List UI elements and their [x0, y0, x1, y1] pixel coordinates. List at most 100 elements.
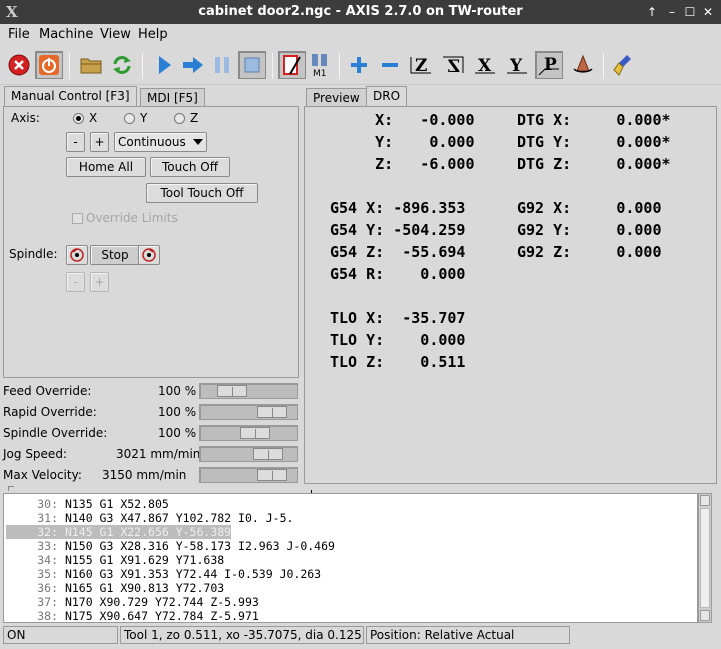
view-z-button[interactable]: Z: [407, 51, 435, 79]
stop-button[interactable]: [238, 51, 266, 79]
view-y-button[interactable]: Y: [503, 51, 531, 79]
gcode-line[interactable]: 31: N140 G3 X47.867 Y102.782 I0. J-5.: [8, 511, 293, 525]
view-p-button[interactable]: P: [535, 51, 563, 79]
menu-machine[interactable]: Machine: [39, 27, 93, 42]
pause-button[interactable]: [208, 51, 236, 79]
spindle-cw-button[interactable]: [138, 245, 160, 265]
reload-button[interactable]: [108, 51, 136, 79]
home-all-button[interactable]: Home All: [66, 157, 146, 177]
keep-above-button[interactable]: ↑: [644, 4, 660, 20]
jog-minus-button[interactable]: -: [66, 132, 85, 152]
max-velocity-slider[interactable]: [199, 467, 298, 483]
tab-mdi[interactable]: MDI [F5]: [140, 88, 205, 106]
menu-view[interactable]: View: [100, 27, 131, 42]
gcode-text-view[interactable]: 30: N135 G1 X52.805 31: N140 G3 X47.867 …: [3, 493, 698, 623]
touch-off-button[interactable]: Touch Off: [150, 157, 230, 177]
step-button[interactable]: [179, 51, 207, 79]
menu-file[interactable]: File: [8, 27, 30, 42]
spindle-stop-button[interactable]: Stop: [90, 245, 140, 265]
reload-icon: [113, 56, 131, 74]
dro-dtg-row: DTG X: 0.000*: [517, 111, 671, 129]
view-x-icon: X: [475, 56, 495, 76]
zoom-out-button[interactable]: [376, 51, 404, 79]
gcode-line[interactable]: 30: N135 G1 X52.805: [8, 497, 169, 511]
clear-plot-icon: [613, 55, 631, 76]
pane-resize-grip[interactable]: [8, 486, 14, 491]
dro-row: Y: 0.000: [330, 133, 475, 151]
override-limits-checkbox[interactable]: [72, 213, 83, 224]
gcode-line[interactable]: 36: N165 G1 X90.813 Y72.703: [8, 581, 224, 595]
spindle-slower-button[interactable]: -: [66, 272, 85, 292]
tab-preview[interactable]: Preview: [306, 88, 367, 106]
zoom-in-button[interactable]: [345, 51, 373, 79]
maximize-button[interactable]: ☐: [682, 4, 698, 20]
max-velocity-value: 3150 mm/min: [102, 468, 187, 482]
feed-override-slider[interactable]: [199, 383, 298, 399]
view-x-label: X: [478, 56, 492, 76]
tab-dro[interactable]: DRO: [366, 86, 408, 108]
optional-stop-button[interactable]: M1: [306, 51, 334, 79]
slider-thumb[interactable]: [217, 385, 247, 397]
tab-manual-control[interactable]: Manual Control [F3]: [4, 86, 137, 108]
scroll-up-arrow-icon[interactable]: [700, 495, 710, 506]
menu-help[interactable]: Help: [138, 27, 168, 42]
power-button[interactable]: [35, 51, 63, 79]
gcode-line[interactable]: 35: N160 G3 X91.353 Y72.44 I-0.539 J0.26…: [8, 567, 321, 581]
view-x-button[interactable]: X: [471, 51, 499, 79]
rotate-view-button[interactable]: [569, 51, 597, 79]
gcode-line-current[interactable]: 32: N145 G1 X22.656 Y-56.389: [6, 525, 232, 539]
window-title: cabinet door2.ngc - AXIS 2.7.0 on TW-rou…: [198, 4, 523, 19]
spindle-override-slider[interactable]: [199, 425, 298, 441]
feed-override-value: 100 %: [158, 384, 197, 398]
view-z-label: Z: [415, 56, 427, 76]
axis-x-radio[interactable]: [73, 113, 84, 124]
jog-speed-slider[interactable]: [199, 446, 298, 462]
scroll-down-arrow-icon[interactable]: [700, 610, 710, 621]
m1-icon: M1: [312, 54, 327, 78]
override-limits-label: Override Limits: [86, 211, 178, 225]
view-p-label: P: [544, 55, 557, 75]
dro-row: TLO X: -35.707: [330, 309, 466, 327]
run-button[interactable]: [150, 51, 178, 79]
view-y-label: Y: [509, 56, 523, 76]
rapid-override-slider[interactable]: [199, 404, 298, 420]
gcode-line[interactable]: 34: N155 G1 X91.629 Y71.638: [8, 553, 224, 567]
slider-thumb[interactable]: [257, 406, 287, 418]
open-file-button[interactable]: [77, 51, 105, 79]
status-tool-info: Tool 1, zo 0.511, xo -35.7075, dia 0.125: [120, 626, 364, 644]
spindle-cw-icon: [142, 248, 156, 262]
gcode-line[interactable]: 33: N150 G3 X28.316 Y-58.173 I2.963 J-0.…: [8, 539, 335, 553]
step-icon: [183, 57, 203, 73]
gcode-line[interactable]: 38: N175 X90.647 Y72.784 Z-5.971: [8, 609, 259, 622]
clear-plot-button[interactable]: [610, 51, 638, 79]
gcode-line[interactable]: 37: N170 X90.729 Y72.744 Z-5.993: [8, 595, 259, 609]
manual-control-panel: Axis: X Y Z - + Continuous Home All Touc…: [3, 106, 299, 378]
dro-row: TLO Z: 0.511: [330, 353, 466, 371]
view-z2-button[interactable]: Z: [439, 51, 467, 79]
m1-label: M1: [313, 69, 327, 78]
zoom-out-icon: [382, 63, 398, 67]
slider-thumb[interactable]: [240, 427, 270, 439]
jog-speed-label: Jog Speed:: [3, 447, 67, 461]
jog-mode-select[interactable]: Continuous: [114, 132, 207, 152]
axis-z-radio[interactable]: [174, 113, 185, 124]
dro-row: G54 R: 0.000: [330, 265, 466, 283]
slider-thumb[interactable]: [257, 469, 287, 481]
minimize-button[interactable]: –: [664, 4, 680, 20]
dro-row: X: -0.000: [330, 111, 475, 129]
dro-g92-row: G92 Z: 0.000: [517, 243, 662, 261]
estop-button[interactable]: [5, 51, 33, 79]
spindle-faster-button[interactable]: +: [90, 272, 109, 292]
rotate-icon: [573, 54, 593, 73]
rapid-override-label: Rapid Override:: [3, 405, 97, 419]
slider-thumb[interactable]: [253, 448, 283, 460]
open-folder-icon: [80, 58, 102, 74]
spindle-ccw-button[interactable]: [66, 245, 88, 265]
gcode-scrollbar[interactable]: [698, 493, 712, 623]
jog-plus-button[interactable]: +: [90, 132, 109, 152]
close-button[interactable]: ✕: [700, 4, 716, 20]
axis-y-radio[interactable]: [124, 113, 135, 124]
run-from-line-button[interactable]: [278, 51, 306, 79]
tool-touch-off-button[interactable]: Tool Touch Off: [146, 183, 258, 203]
scrollbar-thumb[interactable]: [700, 508, 710, 608]
